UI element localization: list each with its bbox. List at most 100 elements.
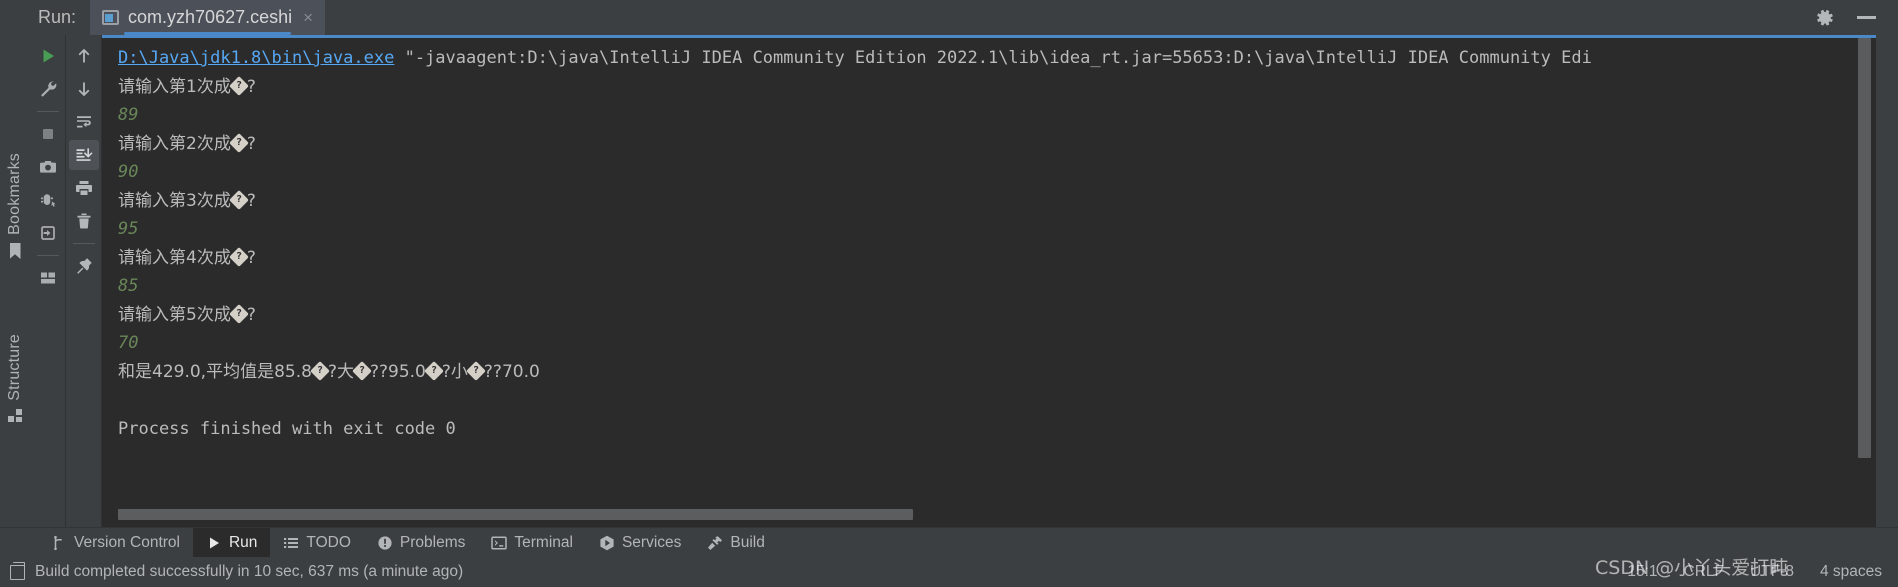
replacement-char-icon: ? [228,75,249,96]
prompt-text: 请输入第2次成 [118,133,231,154]
structure-icon [8,409,22,422]
modify-run-configuration-button[interactable] [33,74,63,104]
console-prompt-line: 请输入第4次成?? [118,244,1876,273]
run-tool-window-label: Run: [38,7,77,27]
replacement-char-icon: ? [466,360,486,381]
replacement-char-icon: ? [228,189,249,210]
gear-icon[interactable] [1815,8,1835,28]
rerun-button[interactable] [33,41,63,71]
file-encoding[interactable]: UTF-8 [1750,563,1794,581]
sidebar-item-structure[interactable]: Structure [0,334,30,422]
stop-button[interactable] [33,119,63,149]
tab-problems[interactable]: Problems [364,528,478,557]
summary-segment: ??70.0 [483,361,540,382]
tab-run[interactable]: Run [192,528,271,557]
run-configuration-tab[interactable]: com.yzh70627.ceshi × [90,0,326,35]
tab-services[interactable]: Services [586,528,694,557]
tab-label: TODO [306,533,351,551]
tab-label: Version Control [74,533,180,551]
minimize-icon[interactable] [1857,16,1876,19]
list-icon [283,535,299,551]
tab-version-control[interactable]: Version Control [38,528,193,557]
java-command-arguments: "-javaagent:D:\java\IntelliJ IDEA Commun… [394,48,1592,68]
tab-label: Run [228,533,258,551]
replacement-char-icon: ? [228,246,249,267]
run-tab-title: com.yzh70627.ceshi [128,7,293,27]
tab-label: Terminal [514,533,573,551]
console-user-input: 90 [118,158,1876,187]
right-gutter [1876,35,1898,527]
run-toolbar-primary [30,35,66,527]
line-separator[interactable]: CRLF [1684,563,1724,581]
caret-position[interactable]: 15:1 [1627,563,1657,581]
prompt-text: 请输入第1次成 [118,76,231,97]
toolbar-separator [36,111,59,112]
sidebar-item-bookmarks[interactable]: Bookmarks [0,153,30,259]
pin-icon[interactable] [69,251,99,281]
replacement-char-icon: ? [423,360,444,381]
status-bar-message[interactable]: Build completed successfully in 10 sec, … [35,563,463,581]
branch-icon [51,535,67,551]
sidebar-item-bookmarks-label: Bookmarks [6,153,23,235]
console-user-input: 89 [118,101,1876,130]
user-input-value: 95 [118,219,139,239]
terminal-icon [491,535,508,551]
console-user-input: 85 [118,272,1876,301]
toolbar-separator-2 [36,255,59,256]
console-prompt-line: 请输入第2次成?? [118,130,1876,159]
tab-todo[interactable]: TODO [270,528,364,557]
java-executable-link[interactable]: D:\Java\jdk1.8\bin\java.exe [118,48,394,68]
camera-icon[interactable] [33,152,63,182]
tab-build[interactable]: Build [694,528,777,557]
bookmark-icon [9,243,21,259]
replacement-char-icon: ? [228,303,249,324]
services-icon [599,535,615,551]
arrow-down-icon[interactable] [69,74,99,104]
scroll-to-end-icon[interactable] [68,140,99,170]
print-icon[interactable] [69,173,99,203]
user-input-value: 70 [118,333,139,353]
run-toolbar-secondary [66,35,102,527]
console-exit-line: Process finished with exit code 0 [118,418,456,439]
console-horizontal-scrollbar[interactable] [118,509,1876,520]
run-tool-window-header: Run: com.yzh70627.ceshi × [0,0,1898,35]
console-vertical-scroll-thumb[interactable] [1858,38,1871,458]
layout-icon[interactable] [33,263,63,293]
thread-dump-icon[interactable] [33,185,63,215]
soft-wrap-icon[interactable] [69,107,99,137]
left-tool-stripe: Bookmarks Structure [0,35,30,527]
console-user-input: 95 [118,215,1876,244]
header-left-padding [0,0,30,35]
console-panel[interactable]: D:\Java\jdk1.8\bin\java.exe "-javaagent:… [102,35,1876,527]
console-user-input: 70 [118,329,1876,358]
console-output[interactable]: D:\Java\jdk1.8\bin\java.exe "-javaagent:… [102,38,1876,527]
replacement-char-icon: ? [228,132,249,153]
run-window-body: Bookmarks Structure D:\Java\jdk1.8\bin\j… [0,35,1898,527]
status-bar: Build completed successfully in 10 sec, … [0,557,1898,587]
build-icon [10,561,25,580]
user-input-value: 89 [118,105,139,125]
idea-run-window: Run: com.yzh70627.ceshi × Bookmarks Stru… [0,0,1898,587]
replacement-char-icon: ? [352,360,372,381]
tab-terminal[interactable]: Terminal [478,528,586,557]
prompt-text: 请输入第5次成 [118,304,231,325]
trash-icon[interactable] [69,206,99,236]
summary-segment: ??95.0 [369,361,426,382]
indent-setting[interactable]: 4 spaces [1820,563,1882,581]
play-icon [206,535,222,551]
console-prompt-line: 请输入第5次成?? [118,301,1876,330]
status-bar-indicators: 15:1 CRLF UTF-8 4 spaces [1627,563,1898,581]
export-icon[interactable] [33,218,63,248]
console-vertical-scrollbar[interactable] [1858,38,1871,527]
arrow-up-icon[interactable] [69,41,99,71]
replacement-char-icon: ? [310,360,330,381]
tab-label: Problems [399,533,466,551]
warning-icon [377,535,393,551]
toolbar-separator-3 [72,243,95,244]
header-actions [1815,8,1898,28]
console-summary-line: 和是429.0,平均值是85.8? ?大? ??95.0? ?小? ??70.0 [118,358,1876,387]
close-icon[interactable]: × [301,9,315,26]
sidebar-item-structure-label: Structure [6,334,23,401]
console-horizontal-scroll-thumb[interactable] [118,509,913,520]
